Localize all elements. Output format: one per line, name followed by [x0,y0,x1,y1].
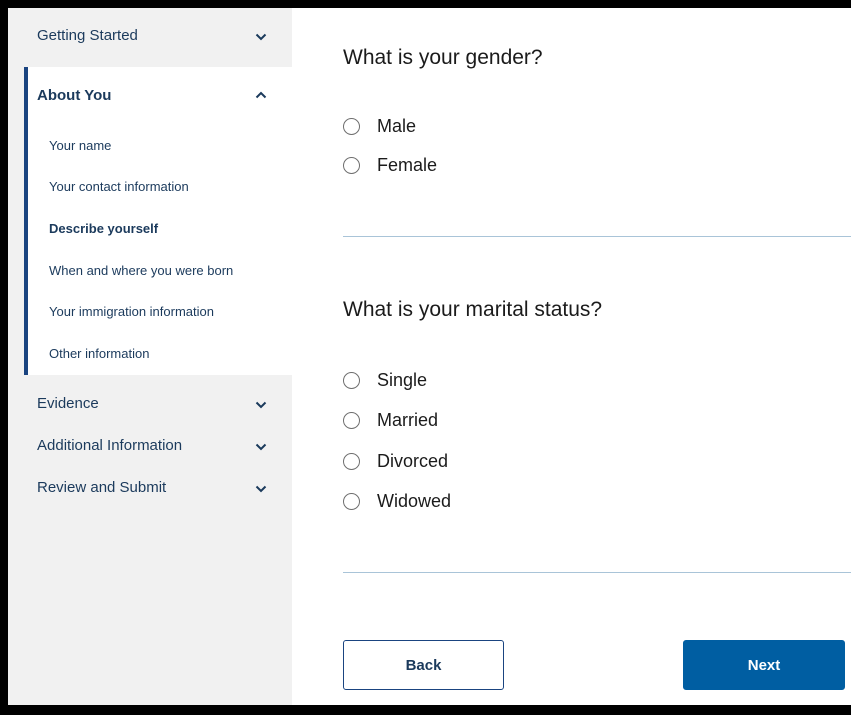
sidebar-section-about-you-header[interactable]: About You [28,67,292,107]
gender-question: What is your gender? [343,46,543,69]
chevron-down-icon [255,33,267,41]
chevron-down-icon [255,485,267,493]
radio-circle[interactable] [343,453,360,470]
next-button[interactable]: Next [683,640,845,690]
sidebar-item-immigration-information[interactable]: Your immigration information [49,304,214,319]
sidebar-item-born[interactable]: When and where you were born [49,263,233,278]
back-button[interactable]: Back [343,640,504,690]
radio-label: Married [377,410,439,430]
app-window: Getting Started About You Your name Your… [8,8,851,705]
sidebar-section-label: Review and Submit [37,479,167,496]
chevron-up-icon [255,91,267,99]
chevron-down-icon [255,443,267,451]
sidebar-section-getting-started[interactable]: Getting Started [8,16,292,58]
sidebar-item-other-information[interactable]: Other information [49,346,149,361]
radio-circle[interactable] [343,493,360,510]
radio-circle[interactable] [343,372,360,389]
sidebar-section-label: Evidence [37,395,99,412]
radio-circle[interactable] [343,157,360,174]
radio-label: Widowed [377,491,452,511]
sidebar-section-review-and-submit[interactable]: Review and Submit [8,468,292,510]
radio-label: Divorced [377,451,449,471]
form-main: What is your gender? Male Female What is… [292,8,851,705]
sidebar-item-your-name[interactable]: Your name [49,138,111,153]
radio-circle[interactable] [343,118,360,135]
section-divider [343,236,851,237]
marital-status-question: What is your marital status? [343,298,603,321]
radio-label: Female [377,155,438,175]
sidebar-section-about-you: About You Your name Your contact informa… [24,67,292,375]
sidebar-section-label: Getting Started [37,27,138,44]
chevron-down-icon [255,401,267,409]
sidebar-item-contact-information[interactable]: Your contact information [49,179,189,194]
sidebar-item-describe-yourself[interactable]: Describe yourself [49,221,158,236]
sidebar-nav: Getting Started About You Your name Your… [8,8,292,705]
radio-label: Single [377,370,428,390]
sidebar-section-evidence[interactable]: Evidence [8,384,292,426]
sidebar-section-label: About You [37,87,112,104]
sidebar-section-additional-information[interactable]: Additional Information [8,426,292,468]
section-divider [343,572,851,573]
radio-label: Male [377,116,417,136]
radio-circle[interactable] [343,412,360,429]
sidebar-section-label: Additional Information [37,437,183,454]
